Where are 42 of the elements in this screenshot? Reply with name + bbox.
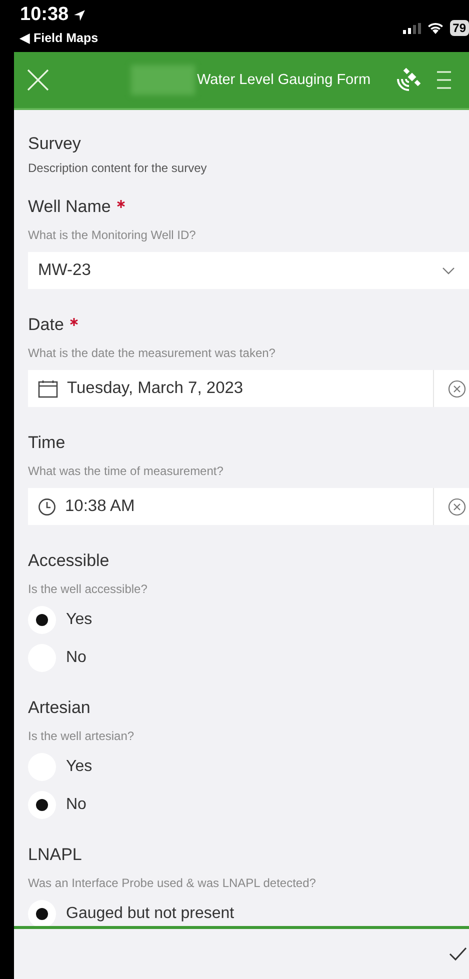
field-label: LNAPL [28,845,82,865]
location-arrow-icon [72,8,86,22]
radio-button[interactable] [28,791,56,819]
survey-description: Description content for the survey [28,161,208,175]
chevron-down-icon [442,266,455,274]
field-label: Accessible [28,551,110,571]
field-hint: Is the well artesian? [28,729,136,743]
checkmark-icon[interactable] [449,947,467,961]
satellite-icon[interactable] [394,67,423,93]
radio-button[interactable] [28,606,56,634]
close-icon[interactable] [27,69,49,91]
clear-icon [448,498,466,516]
required-asterisk-icon [116,200,125,208]
field-hint: What is the date the measurement was taken? [28,346,276,360]
battery-level: 79 [450,20,469,36]
field-label: Time [28,433,66,453]
field-label: Well Name [28,197,111,217]
dropdown-field[interactable]: MW-23 [28,252,469,289]
back-to-app-link[interactable]: ◀ Field Maps [20,30,98,45]
field-label: Date [28,315,64,335]
status-time: 10:38 [20,4,69,26]
option-label[interactable]: Gauged but not present [66,905,234,923]
menu-icon[interactable] [436,69,451,91]
option-label[interactable]: No [66,649,86,667]
field-hint: What is the Monitoring Well ID? [28,228,197,242]
required-asterisk-icon [70,318,78,326]
redaction-blur [131,65,195,95]
option-label[interactable]: Yes [66,611,92,629]
wifi-icon [426,22,444,34]
survey-title: Survey [28,134,82,154]
field-hint: What was the time of measurement? [28,464,224,478]
clock-icon [38,498,56,516]
calendar-icon [38,380,58,398]
option-label[interactable]: Yes [66,758,92,776]
clear-icon [448,380,466,398]
radio-button[interactable] [28,900,56,928]
field-label: Artesian [28,698,90,718]
field-hint: Was an Interface Probe used & was LNAPL detected? [28,876,317,890]
option-label[interactable]: No [66,796,86,814]
signal-icon [402,22,421,34]
form-title: Water Level Gauging Form [197,72,371,88]
field-hint: Is the well accessible? [28,582,148,596]
